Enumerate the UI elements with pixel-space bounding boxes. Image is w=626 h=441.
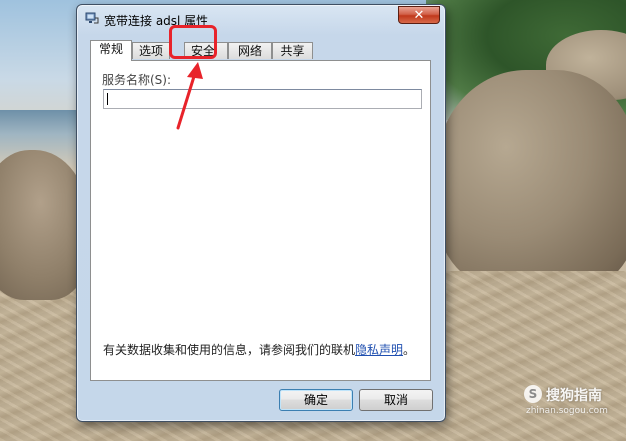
text-caret	[107, 93, 108, 105]
network-connection-icon	[85, 12, 99, 24]
sogou-logo-icon: S	[524, 385, 542, 403]
annotation-highlight-box	[169, 25, 217, 59]
general-tab-panel: 服务名称(S): 有关数据收集和使用的信息，请参阅我们的联机隐私声明。	[90, 60, 431, 381]
tab-networking[interactable]: 网络	[228, 42, 272, 59]
watermark-name: 搜狗指南	[546, 388, 602, 404]
ok-button[interactable]: 确定	[279, 389, 353, 411]
privacy-notice: 有关数据收集和使用的信息，请参阅我们的联机隐私声明。	[103, 341, 415, 358]
privacy-text: 有关数据收集和使用的信息，请参阅我们的联机	[103, 343, 356, 357]
close-button[interactable]: ✕	[398, 6, 440, 24]
privacy-suffix: 。	[403, 343, 416, 357]
service-name-input[interactable]	[103, 89, 422, 109]
title-bar[interactable]: 宽带连接 adsl 属性 ✕	[77, 5, 445, 33]
properties-dialog: 宽带连接 adsl 属性 ✕ 常规 选项 安全 网络 共享 服务名称(S): 有…	[76, 4, 446, 422]
cancel-button[interactable]: 取消	[359, 389, 433, 411]
tab-options[interactable]: 选项	[132, 42, 170, 59]
watermark-url: zhinan.sogou.com	[526, 406, 608, 416]
tab-general[interactable]: 常规	[90, 40, 132, 61]
service-name-label: 服务名称(S):	[102, 73, 172, 87]
tab-sharing[interactable]: 共享	[272, 42, 313, 59]
boulder-right	[436, 70, 626, 290]
privacy-statement-link[interactable]: 隐私声明	[355, 343, 403, 357]
annotation-arrow-icon	[176, 62, 203, 130]
sogou-watermark: S 搜狗指南 zhinan.sogou.com	[524, 384, 620, 424]
